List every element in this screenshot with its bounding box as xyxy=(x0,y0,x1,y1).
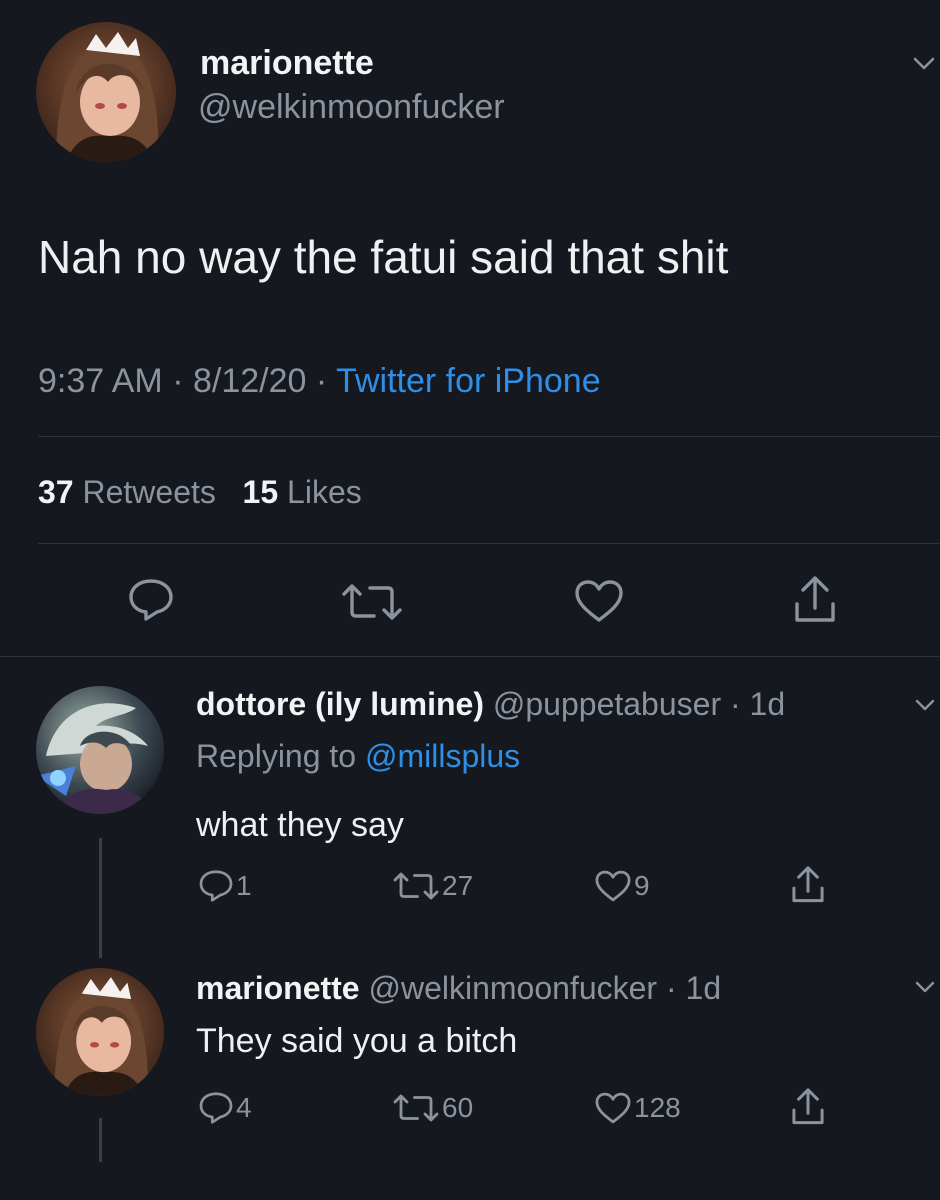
retweet-button[interactable]: 27 xyxy=(392,870,473,902)
tweet-client-link[interactable]: Twitter for iPhone xyxy=(336,362,601,400)
divider xyxy=(38,543,940,544)
user-handle[interactable]: @welkinmoonfucker xyxy=(368,970,657,1006)
share-button[interactable] xyxy=(790,1086,826,1128)
heart-icon xyxy=(595,870,631,902)
tweet-stats: 37 Retweets 15 Likes xyxy=(38,474,362,511)
likes-label: Likes xyxy=(287,474,362,510)
retweet-icon xyxy=(393,1094,439,1122)
like-count: 128 xyxy=(634,1092,681,1123)
timestamp[interactable]: · 1d xyxy=(666,970,721,1006)
thread-line xyxy=(99,1118,102,1162)
reply-icon xyxy=(129,579,173,621)
divider xyxy=(38,436,940,437)
retweets-label: Retweets xyxy=(82,474,216,510)
reply-count: 1 xyxy=(236,870,252,901)
tweet-date: 8/12/20 xyxy=(192,362,307,400)
avatar[interactable] xyxy=(36,22,176,162)
retweet-icon xyxy=(342,584,402,620)
tweet-meta: 9:37 AM · 8/12/20 · Twitter for iPhone xyxy=(38,362,601,401)
heart-icon xyxy=(595,1092,631,1124)
retweet-button[interactable] xyxy=(340,582,404,622)
tweet-time: 9:37 AM xyxy=(38,362,163,400)
retweets-stat[interactable]: 37 Retweets xyxy=(38,474,225,510)
avatar[interactable] xyxy=(36,968,164,1096)
share-icon xyxy=(795,576,835,622)
reply-button[interactable]: 4 xyxy=(198,1090,252,1126)
retweet-icon xyxy=(393,872,439,900)
timestamp[interactable]: · 1d xyxy=(730,686,785,722)
reply-count: 4 xyxy=(236,1092,252,1123)
share-icon xyxy=(792,866,824,903)
chevron-down-icon[interactable] xyxy=(912,56,936,72)
retweet-button[interactable]: 60 xyxy=(392,1092,473,1124)
heart-icon xyxy=(575,580,623,622)
meta-separator: · xyxy=(172,362,184,400)
retweet-count: 27 xyxy=(442,870,474,901)
avatar-image xyxy=(36,22,176,162)
likes-count: 15 xyxy=(242,474,279,510)
user-handle[interactable]: @welkinmoonfucker xyxy=(198,88,505,127)
avatar[interactable] xyxy=(36,686,164,814)
tweet-text: what they say xyxy=(196,806,404,844)
user-handle[interactable]: @puppetabuser xyxy=(493,686,721,722)
reply-button[interactable]: 1 xyxy=(198,868,252,904)
chevron-down-icon[interactable] xyxy=(914,698,936,712)
avatar-image xyxy=(36,686,164,814)
share-icon xyxy=(792,1088,824,1125)
meta-separator: · xyxy=(315,362,328,400)
display-name[interactable]: dottore (ily lumine) xyxy=(196,686,484,722)
share-button[interactable] xyxy=(790,864,826,906)
like-button[interactable]: 128 xyxy=(594,1091,681,1125)
like-button[interactable] xyxy=(573,578,625,624)
reply-icon xyxy=(199,870,233,902)
replying-to: Replying to @millsplus xyxy=(196,738,520,775)
replying-prefix: Replying to xyxy=(196,738,357,774)
display-name[interactable]: marionette xyxy=(200,44,374,83)
avatar-image xyxy=(36,968,164,1096)
tweet-text: They said you a bitch xyxy=(196,1022,518,1060)
replying-to-link[interactable]: @millsplus xyxy=(365,738,520,774)
like-count: 9 xyxy=(634,870,650,901)
tweet-text: Nah no way the fatui said that shit xyxy=(38,231,729,283)
reply-header: marionette @welkinmoonfucker · 1d xyxy=(196,970,721,1007)
retweets-count: 37 xyxy=(38,474,74,510)
share-button[interactable] xyxy=(792,574,838,626)
like-button[interactable]: 9 xyxy=(594,869,650,903)
reply-header: dottore (ily lumine) @puppetabuser · 1d xyxy=(196,686,785,723)
divider xyxy=(0,656,940,657)
chevron-down-icon[interactable] xyxy=(914,980,936,994)
reply-icon xyxy=(199,1092,233,1124)
thread-line xyxy=(99,838,102,958)
retweet-count: 60 xyxy=(442,1092,474,1123)
reply-button[interactable] xyxy=(127,577,175,623)
display-name[interactable]: marionette xyxy=(196,970,360,1006)
likes-stat[interactable]: 15 Likes xyxy=(243,474,362,510)
